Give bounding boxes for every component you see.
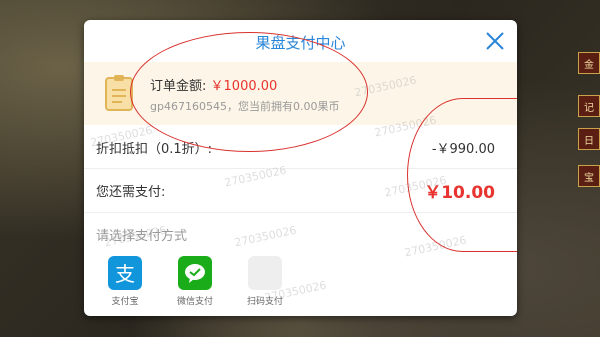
divider — [84, 212, 517, 213]
wechat-pay-label: 微信支付 — [176, 297, 213, 307]
close-button[interactable] — [483, 29, 507, 53]
watermark: 270350026 — [233, 223, 298, 250]
order-summary: 订单金额: ￥1000.00 gp467160545，您当前拥有0.00果币 — [84, 62, 517, 125]
wechat-pay-icon — [178, 256, 212, 290]
amount-due-value: ￥10.00 — [424, 183, 495, 203]
qr-scan-option[interactable]: 扫码支付 — [240, 256, 290, 307]
discount-label: 折扣抵扣（0.1折）: — [96, 142, 213, 157]
wechat-pay-option[interactable]: 微信支付 — [170, 256, 220, 307]
payment-method-title: 请选择支付方式 — [96, 229, 188, 244]
side-tab-3[interactable]: 日 — [578, 128, 600, 150]
order-amount-row: 订单金额: ￥1000.00 — [150, 75, 277, 94]
order-receipt-icon — [105, 75, 133, 111]
alipay-label: 支付宝 — [111, 297, 139, 307]
qr-scan-icon — [248, 256, 282, 290]
side-tab-4[interactable]: 宝 — [578, 165, 600, 187]
order-amount-label: 订单金额: — [150, 79, 207, 94]
discount-value: -￥990.00 — [431, 142, 495, 157]
qr-scan-label: 扫码支付 — [246, 297, 283, 307]
payment-modal: 果盘支付中心 订单金额: ￥1000.00 gp467160545，您当前拥有0… — [84, 20, 517, 316]
amount-due-label: 您还需支付: — [96, 185, 166, 200]
close-icon — [486, 32, 504, 50]
alipay-icon: 支 — [108, 256, 142, 290]
alipay-option[interactable]: 支 支付宝 — [100, 256, 150, 307]
side-tab-2[interactable]: 记 — [578, 95, 600, 117]
modal-header: 果盘支付中心 — [84, 20, 517, 62]
watermark: 270350026 — [403, 233, 468, 260]
divider — [84, 168, 517, 169]
svg-text:支: 支 — [115, 262, 135, 286]
side-tab-1[interactable]: 金 — [578, 52, 600, 74]
order-amount-value: ￥1000.00 — [210, 79, 278, 94]
account-balance-text: gp467160545，您当前拥有0.00果币 — [150, 100, 340, 113]
modal-title: 果盘支付中心 — [255, 34, 346, 52]
